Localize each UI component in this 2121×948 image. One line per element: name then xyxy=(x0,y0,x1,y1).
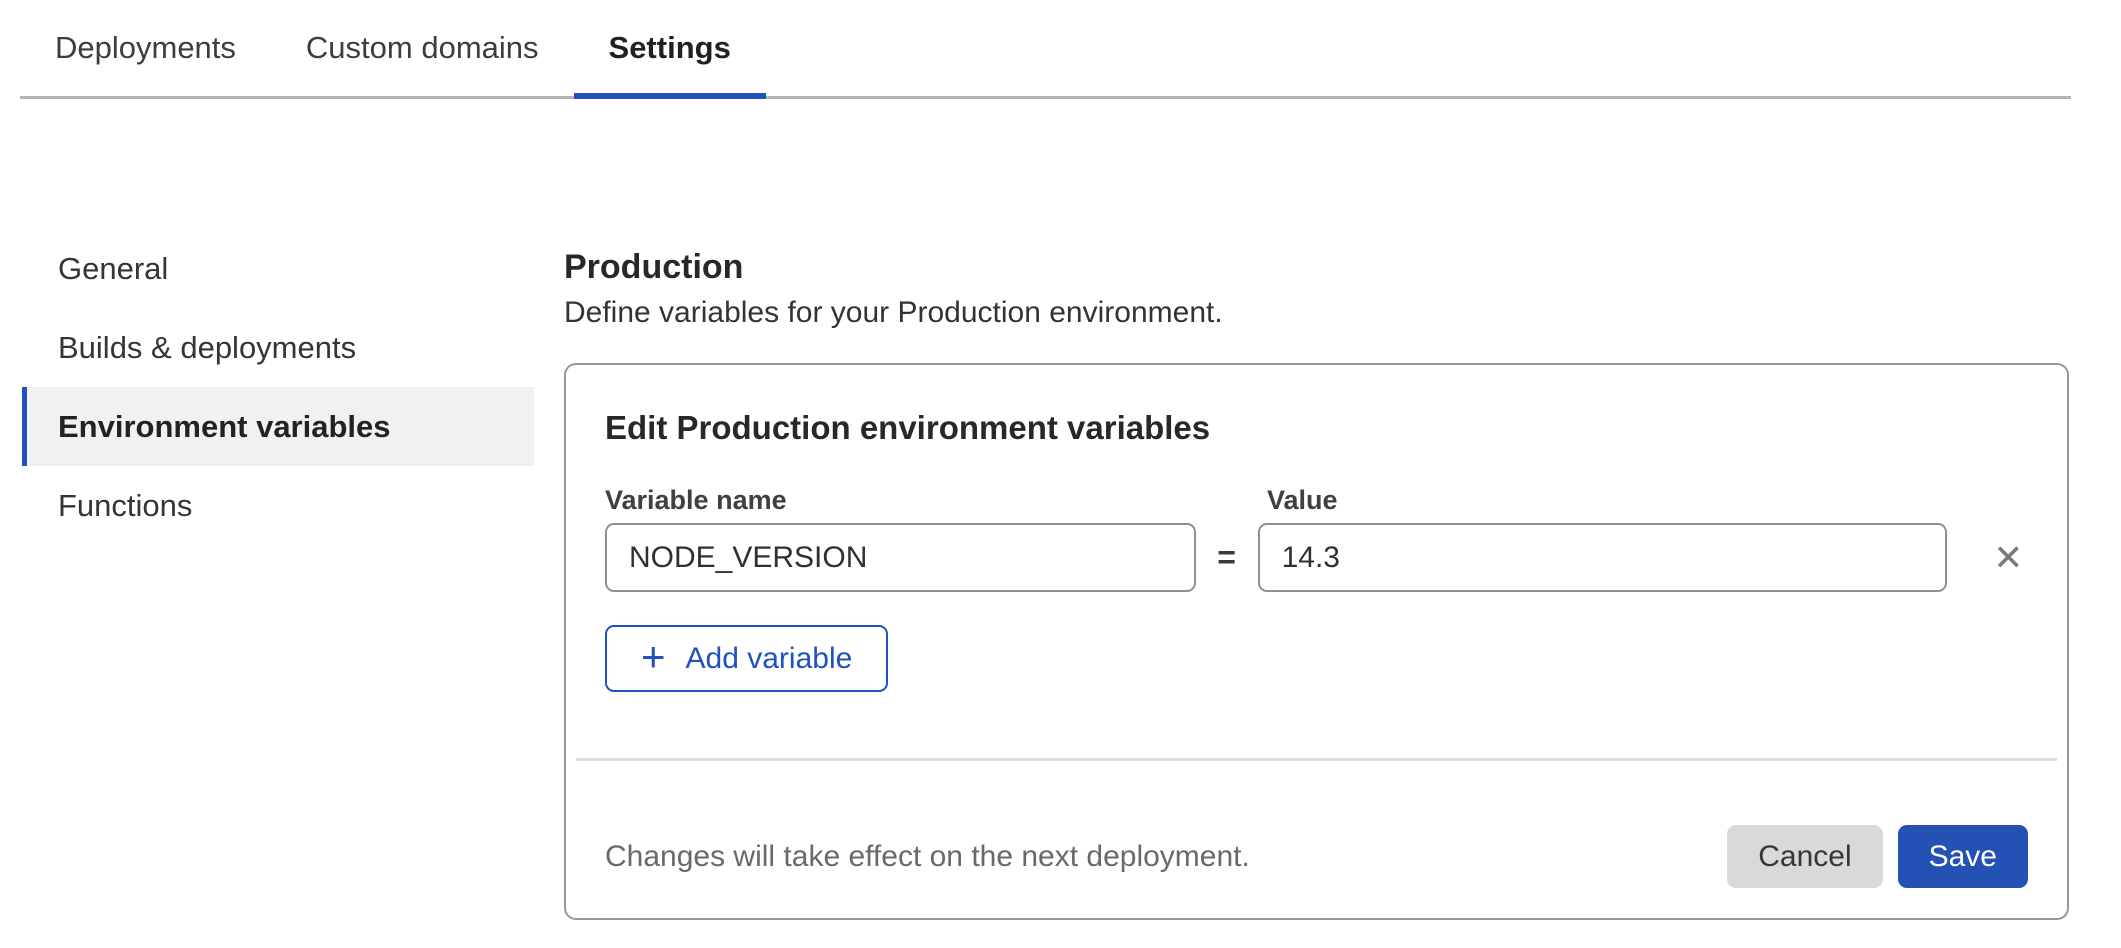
variable-name-input[interactable] xyxy=(605,523,1196,592)
tab-label: Deployments xyxy=(55,30,236,66)
variable-name-label: Variable name xyxy=(605,484,1204,516)
main-content: Production Define variables for your Pro… xyxy=(564,247,2069,920)
settings-sidebar: General Builds & deployments Environment… xyxy=(22,229,534,545)
label-spacer xyxy=(1204,484,1267,516)
variable-value-input[interactable] xyxy=(1258,523,1947,592)
tab-settings[interactable]: Settings xyxy=(574,0,766,96)
footer-note: Changes will take effect on the next dep… xyxy=(605,840,1727,874)
save-button[interactable]: Save xyxy=(1898,825,2028,888)
close-icon: ✕ xyxy=(1993,540,2023,576)
sidebar-item-environment-variables[interactable]: Environment variables xyxy=(22,387,534,466)
tab-deployments[interactable]: Deployments xyxy=(20,0,271,96)
sidebar-item-label: Builds & deployments xyxy=(58,330,356,366)
card-footer: Changes will take effect on the next dep… xyxy=(605,825,2028,888)
card-title: Edit Production environment variables xyxy=(605,408,2028,448)
sidebar-item-label: Environment variables xyxy=(58,409,391,445)
field-labels-row: Variable name Value xyxy=(605,484,2028,516)
add-variable-button[interactable]: + Add variable xyxy=(605,625,888,692)
page-title: Production xyxy=(564,247,2069,287)
sidebar-item-functions[interactable]: Functions xyxy=(22,466,534,545)
tab-bar: Deployments Custom domains Settings xyxy=(20,0,2071,99)
cancel-button[interactable]: Cancel xyxy=(1727,825,1882,888)
card-divider xyxy=(576,758,2057,761)
sidebar-item-general[interactable]: General xyxy=(22,229,534,308)
sidebar-item-label: General xyxy=(58,251,168,287)
sidebar-item-builds-deployments[interactable]: Builds & deployments xyxy=(22,308,534,387)
sidebar-item-label: Functions xyxy=(58,488,192,524)
environment-variables-card: Edit Production environment variables Va… xyxy=(564,363,2069,920)
tab-custom-domains[interactable]: Custom domains xyxy=(271,0,574,96)
value-label: Value xyxy=(1267,484,1966,516)
page-description: Define variables for your Production env… xyxy=(564,295,2069,331)
remove-variable-button[interactable]: ✕ xyxy=(1989,523,2028,592)
add-variable-label: Add variable xyxy=(686,642,853,676)
tab-label: Settings xyxy=(609,30,731,66)
equals-sign: = xyxy=(1196,539,1258,576)
plus-icon: + xyxy=(641,636,666,678)
tab-label: Custom domains xyxy=(306,30,539,66)
variable-row: = ✕ xyxy=(605,523,2028,592)
